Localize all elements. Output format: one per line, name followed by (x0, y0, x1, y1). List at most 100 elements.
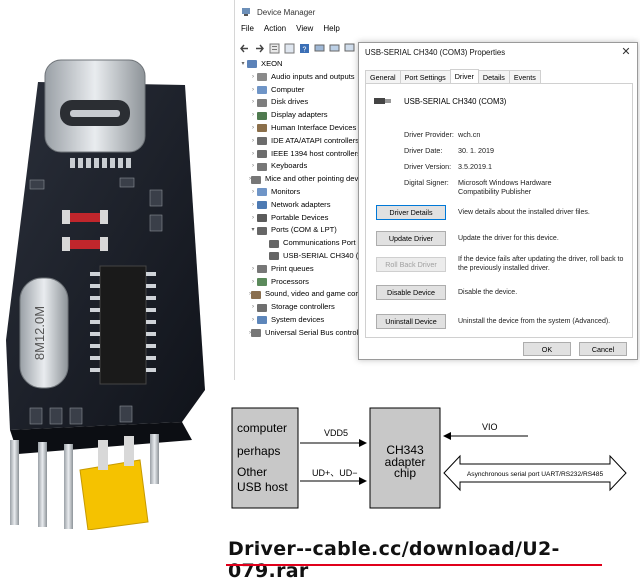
tab-events[interactable]: Events (508, 70, 541, 83)
chevron-down-icon[interactable]: ▾ (249, 224, 257, 237)
portable-device-icon (257, 213, 267, 222)
tree-item-label: Computer (271, 84, 305, 94)
serial-label: Asynchronous serial port UART/RS232/RS48… (467, 471, 604, 478)
url-underline (226, 564, 602, 566)
tree-item[interactable]: › Display adapters (235, 109, 365, 122)
computer-icon[interactable] (329, 43, 340, 54)
toolbar: ? (235, 40, 370, 56)
dialog-tabs: General Port Settings Driver Details Eve… (365, 69, 541, 84)
chevron-right-icon[interactable]: › (249, 84, 257, 97)
menu-file[interactable]: File (241, 24, 254, 38)
tree-item[interactable]: ▾ Ports (COM & LPT) (235, 224, 365, 237)
chevron-right-icon[interactable]: › (249, 276, 257, 289)
host-line-4: USB host (237, 480, 288, 494)
update-driver-button[interactable]: Update Driver (376, 231, 446, 246)
computer-icon (247, 60, 257, 69)
tree-item[interactable]: › Computer (235, 84, 365, 97)
system-icon (257, 316, 267, 325)
chevron-right-icon[interactable]: › (249, 109, 257, 122)
properties-icon[interactable] (269, 43, 280, 54)
tab-driver[interactable]: Driver (449, 69, 479, 83)
menu-action[interactable]: Action (264, 24, 286, 38)
block-diagram: computer perhaps Other USB host VDD5 UD+… (231, 407, 627, 509)
chevron-right-icon[interactable]: › (249, 263, 257, 276)
chevron-right-icon[interactable]: › (249, 160, 257, 173)
driver-date-label: Driver Date: (404, 146, 443, 155)
tree-item[interactable]: › Disk drives (235, 96, 365, 109)
tree-item[interactable]: › Print queues (235, 263, 365, 276)
download-url[interactable]: Driver--cable.cc/download/U2-079.rar (228, 538, 640, 582)
device-manager-icon (242, 8, 250, 16)
menu-help[interactable]: Help (323, 24, 339, 38)
device-name: USB-SERIAL CH340 (COM3) (404, 96, 507, 106)
driver-details-button[interactable]: Driver Details (376, 205, 446, 220)
tree-item[interactable]: › Processors (235, 276, 365, 289)
tree-item-label: Processors (271, 276, 309, 286)
chevron-right-icon[interactable]: › (249, 96, 257, 109)
chevron-right-icon[interactable]: › (249, 135, 257, 148)
tree-item[interactable]: › Portable Devices (235, 212, 365, 225)
tree-item-label: Ports (COM & LPT) (271, 225, 337, 235)
uninstall-device-button[interactable]: Uninstall Device (376, 314, 446, 329)
disable-device-button[interactable]: Disable Device (376, 285, 446, 300)
driver-version-value: 3.5.2019.1 (458, 162, 492, 171)
tree-item[interactable]: Communications Port (COM1) (235, 237, 365, 250)
tree-item[interactable]: › System devices (235, 314, 365, 327)
forward-arrow-icon[interactable] (254, 43, 265, 54)
tab-general[interactable]: General (365, 70, 401, 83)
tree-item[interactable]: ›Sound, video and game controllers (235, 288, 365, 301)
chevron-down-icon[interactable]: ▾ (239, 58, 247, 71)
disable-device-desc: Disable the device. (458, 289, 518, 296)
tree-item[interactable]: › Audio inputs and outputs (235, 71, 365, 84)
usb-icon (251, 329, 261, 338)
tree-item[interactable]: › Mice and other pointing devices (235, 173, 365, 186)
list-icon[interactable] (284, 43, 295, 54)
tree-item-label: Disk drives (271, 97, 309, 107)
device-tree: ▾ XEON › Audio inputs and outputs › Computer ›… (235, 58, 365, 340)
chevron-right-icon[interactable]: › (249, 301, 257, 314)
tree-item[interactable]: › Human Interface Devices (235, 122, 365, 135)
red-led (70, 213, 100, 222)
chevron-right-icon[interactable]: › (249, 122, 257, 135)
tree-item-label: USB-SERIAL CH340 (COM3) (283, 250, 365, 260)
tree-item[interactable]: › IEEE 1394 host controllers (235, 148, 365, 161)
tree-item[interactable]: ▾ XEON (235, 58, 365, 71)
cancel-button[interactable]: Cancel (579, 342, 627, 356)
back-arrow-icon[interactable] (239, 43, 250, 54)
tree-item[interactable]: › IDE ATA/ATAPI controllers (235, 135, 365, 148)
digital-signer-value: Microsoft Windows Hardware Compatibility… (458, 178, 552, 196)
chevron-right-icon[interactable]: › (249, 148, 257, 161)
port-icon (269, 239, 279, 248)
menu-view[interactable]: View (296, 24, 313, 38)
tree-item-label: Storage controllers (271, 302, 335, 312)
host-line-1: computer (237, 421, 287, 435)
tree-item[interactable]: USB-SERIAL CH340 (COM3) (235, 250, 365, 263)
tree-item[interactable]: › Universal Serial Bus controllers (235, 327, 365, 340)
chevron-right-icon[interactable]: › (249, 199, 257, 212)
network-icon (257, 201, 267, 210)
help-icon[interactable]: ? (299, 43, 310, 54)
tree-item[interactable]: › Storage controllers (235, 301, 365, 314)
chevron-right-icon[interactable]: › (249, 314, 257, 327)
uninstall-device-desc: Uninstall the device from the system (Ad… (458, 318, 611, 325)
chip-line-3: chip (394, 466, 416, 480)
tree-item[interactable]: › Keyboards (235, 160, 365, 173)
ok-button[interactable]: OK (523, 342, 571, 356)
screen-icon[interactable] (344, 43, 355, 54)
device-manager-titlebar: Device Manager (235, 0, 640, 24)
tree-item-label: Mice and other pointing devices (265, 174, 365, 184)
printer-icon (257, 265, 267, 274)
roll-back-driver-button[interactable]: Roll Back Driver (376, 257, 446, 272)
tree-item[interactable]: › Network adapters (235, 199, 365, 212)
chevron-right-icon[interactable]: › (249, 186, 257, 199)
tab-details[interactable]: Details (477, 70, 510, 83)
tab-port-settings[interactable]: Port Settings (399, 70, 451, 83)
disk-icon (257, 98, 267, 107)
close-icon[interactable]: ✕ (619, 45, 633, 58)
tree-item[interactable]: › Monitors (235, 186, 365, 199)
chevron-right-icon[interactable]: › (249, 71, 257, 84)
chevron-right-icon[interactable]: › (249, 212, 257, 225)
tree-item-label: XEON (261, 59, 283, 68)
scan-hardware-icon[interactable] (314, 43, 325, 54)
tree-item-label: IEEE 1394 host controllers (271, 148, 361, 158)
